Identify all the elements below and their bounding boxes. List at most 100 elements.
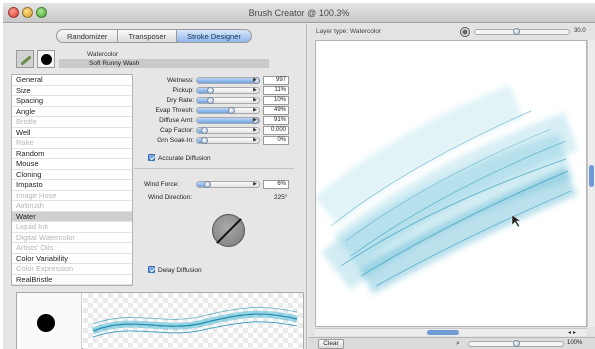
category-item-artists-oils: Artists' Oils xyxy=(12,243,132,254)
dry-rate-value[interactable]: 10% xyxy=(263,96,289,105)
category-item-water[interactable]: Water xyxy=(12,211,132,222)
slider-knob[interactable] xyxy=(513,28,520,35)
category-item-rake: Rake xyxy=(12,138,132,149)
right-arrow-icon: ▶ xyxy=(253,107,257,113)
cap-factor-value[interactable]: 0.000 xyxy=(263,126,289,135)
slider-knob[interactable] xyxy=(513,340,520,347)
wind-force-row: Wind Force: ◀ ▶ 6% xyxy=(134,180,304,189)
record-icon[interactable] xyxy=(460,27,470,37)
slider-knob[interactable] xyxy=(206,97,214,104)
dab-type-icon[interactable] xyxy=(37,50,55,68)
category-item-color-expression: Color Expression xyxy=(12,264,132,275)
tab-transposer[interactable]: Transposer xyxy=(118,29,178,43)
brush-icon xyxy=(20,55,32,66)
category-item-color-variability[interactable]: Color Variability xyxy=(12,254,132,264)
watercolor-strokes xyxy=(316,84,578,295)
grn-soak-in-slider[interactable]: ◀▶ xyxy=(196,137,260,144)
accurate-diffusion-checkbox[interactable]: Accurate Diffusion xyxy=(148,154,211,163)
category-item-general[interactable]: General xyxy=(12,75,132,86)
category-item-airbrush: Airbrush xyxy=(12,201,132,212)
category-item-impasto[interactable]: Impasto xyxy=(12,180,132,191)
dry-rate-row: Dry Rate:◀▶10% xyxy=(134,96,304,105)
brush-variant-label[interactable]: Soft Runny Wash xyxy=(59,59,269,68)
wind-direction-dial[interactable] xyxy=(212,214,245,247)
dab-preview xyxy=(17,293,82,349)
slider-fill xyxy=(197,78,256,83)
dab-dot xyxy=(37,314,55,332)
horizontal-scroll-thumb[interactable] xyxy=(427,330,459,335)
dry-rate-slider[interactable]: ◀▶ xyxy=(196,97,260,104)
right-arrow-icon: ▶ xyxy=(253,137,257,143)
checkbox-checked-icon xyxy=(148,154,155,161)
stroke-preview-area xyxy=(83,293,303,349)
preview-stroke-band xyxy=(91,310,298,335)
category-item-well[interactable]: Well xyxy=(12,128,132,138)
pickup-slider[interactable]: ◀▶ xyxy=(196,87,260,94)
horizontal-scrollbar[interactable] xyxy=(315,328,587,336)
evap-thresh-row: Evap Thresh:◀▶49% xyxy=(134,106,304,115)
wetness-row: Wetness:◀▶997 xyxy=(134,76,304,85)
stroke-preview xyxy=(16,292,304,349)
category-item-size[interactable]: Size xyxy=(12,86,132,96)
grn-soak-in-label: Grn Soak-In: xyxy=(157,137,194,144)
category-item-cloning[interactable]: Cloning xyxy=(12,170,132,180)
slider-knob[interactable] xyxy=(207,87,215,94)
tab-randomizer[interactable]: Randomizer xyxy=(56,29,119,43)
slider-fill xyxy=(197,108,232,113)
wind-force-label: Wind Force: xyxy=(144,181,180,188)
category-item-spacing[interactable]: Spacing xyxy=(12,96,132,107)
category-list: General Size Spacing Angle Bristle Well Rake Ra… xyxy=(11,74,133,286)
diffuse-amt-slider[interactable]: ◀▶ xyxy=(196,117,260,124)
wind-direction-label: Wind Direction: xyxy=(148,194,193,201)
delay-diffusion-checkbox[interactable]: Delay Diffusion xyxy=(148,266,202,275)
evap-thresh-slider[interactable]: ◀▶ xyxy=(196,107,260,114)
right-arrow-icon: ▶ xyxy=(253,127,257,133)
slider-knob[interactable] xyxy=(228,107,236,114)
wetness-value[interactable]: 997 xyxy=(263,76,289,85)
diffuse-amt-value[interactable]: 91% xyxy=(263,116,289,125)
slider-knob[interactable] xyxy=(204,181,212,188)
delay-diffusion-label: Delay Diffusion xyxy=(158,267,202,274)
cap-factor-row: Cap Factor:◀▶0.000 xyxy=(134,126,304,135)
layer-type-label: Layer type: Watercolor xyxy=(316,28,382,35)
scratch-pad-canvas[interactable] xyxy=(315,40,587,327)
grn-soak-in-value[interactable]: 0% xyxy=(263,136,289,145)
tab-stroke-designer[interactable]: Stroke Designer xyxy=(177,29,252,43)
category-item-angle[interactable]: Angle xyxy=(12,107,132,117)
brush-category-icon[interactable] xyxy=(16,50,34,68)
slider-knob[interactable] xyxy=(201,127,208,134)
brush-selector xyxy=(16,50,55,68)
category-item-random[interactable]: Random xyxy=(12,149,132,159)
checkbox-checked-icon xyxy=(148,266,155,273)
wetness-label: Wetness: xyxy=(167,77,194,84)
brush-category-label[interactable]: Watercolor xyxy=(59,51,269,58)
wind-force-slider[interactable]: ◀ ▶ xyxy=(196,181,260,188)
left-panel: Randomizer Transposer Stroke Designer Wa… xyxy=(3,24,307,349)
top-zoom-slider[interactable] xyxy=(474,28,570,35)
category-item-mouse[interactable]: Mouse xyxy=(12,159,132,170)
brush-creator-window: Brush Creator @ 100.3% Randomizer Transp… xyxy=(3,3,595,349)
slider-knob[interactable] xyxy=(201,137,208,144)
wetness-slider[interactable]: ◀▶ xyxy=(196,77,260,84)
right-arrow-icon: ▶ xyxy=(253,181,257,187)
diffuse-amt-row: Diffuse Amt:◀▶91% xyxy=(134,116,304,125)
tab-bar: Randomizer Transposer Stroke Designer xyxy=(56,29,252,43)
bottom-zoom-control: ⌕ 100% xyxy=(456,340,592,348)
dry-rate-label: Dry Rate: xyxy=(166,97,194,104)
vertical-scroll-thumb[interactable] xyxy=(589,165,594,187)
cap-factor-label: Cap Factor: xyxy=(160,127,194,134)
evap-thresh-value[interactable]: 49% xyxy=(263,106,289,115)
bottom-zoom-slider[interactable] xyxy=(468,340,564,347)
category-item-liquid-ink: Liquid Ink xyxy=(12,222,132,233)
scroll-arrows-icon[interactable]: ◂▸ xyxy=(568,329,578,336)
grn-soak-in-row: Grn Soak-In:◀▶0% xyxy=(134,136,304,145)
cap-factor-slider[interactable]: ◀▶ xyxy=(196,127,260,134)
right-arrow-icon: ▶ xyxy=(253,77,257,83)
pickup-value[interactable]: 11% xyxy=(263,86,289,95)
wind-force-value[interactable]: 6% xyxy=(263,180,289,189)
titlebar: Brush Creator @ 100.3% xyxy=(3,3,595,23)
vertical-scrollbar[interactable] xyxy=(587,40,595,327)
category-item-realbristle[interactable]: RealBristle xyxy=(12,275,132,285)
bottom-zoom-value: 100% xyxy=(567,340,583,346)
clear-button[interactable]: Clear xyxy=(318,339,344,349)
